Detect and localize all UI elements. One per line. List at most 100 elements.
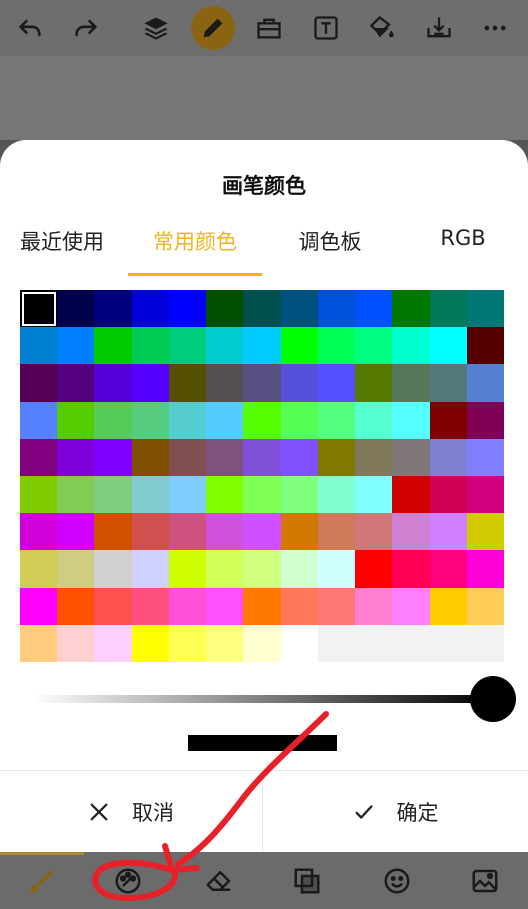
color-swatch[interactable]: [243, 364, 282, 403]
color-swatch[interactable]: [94, 438, 133, 477]
color-swatch[interactable]: [20, 290, 58, 328]
color-swatch[interactable]: [94, 587, 133, 626]
color-swatch[interactable]: [131, 327, 170, 365]
color-swatch[interactable]: [280, 438, 319, 477]
color-swatch[interactable]: [94, 364, 133, 403]
color-swatch[interactable]: [466, 513, 505, 551]
color-swatch[interactable]: [429, 438, 468, 477]
color-swatch[interactable]: [168, 364, 207, 403]
color-swatch[interactable]: [57, 401, 95, 440]
color-swatch[interactable]: [57, 476, 95, 514]
color-swatch[interactable]: [168, 624, 207, 663]
color-swatch[interactable]: [280, 550, 319, 589]
color-swatch[interactable]: [94, 401, 133, 440]
color-swatch[interactable]: [206, 401, 244, 440]
color-swatch[interactable]: [206, 587, 244, 626]
color-swatch[interactable]: [57, 550, 95, 589]
color-swatch[interactable]: [280, 327, 319, 365]
undo-icon[interactable]: [8, 8, 52, 48]
color-swatch[interactable]: [317, 624, 356, 663]
color-swatch[interactable]: [94, 476, 133, 514]
color-swatch[interactable]: [355, 587, 393, 626]
color-palette-icon[interactable]: [111, 864, 145, 898]
color-swatch[interactable]: [243, 327, 282, 365]
color-swatch[interactable]: [355, 401, 393, 440]
color-swatch[interactable]: [57, 438, 95, 477]
color-swatch[interactable]: [466, 401, 505, 440]
color-swatch[interactable]: [429, 550, 468, 589]
color-swatch[interactable]: [280, 587, 319, 626]
color-swatch[interactable]: [20, 438, 58, 477]
image-icon[interactable]: [468, 864, 502, 898]
color-swatch[interactable]: [20, 401, 58, 440]
brush-icon[interactable]: [24, 864, 58, 898]
color-swatch[interactable]: [131, 438, 170, 477]
color-swatch[interactable]: [355, 438, 393, 477]
color-swatch[interactable]: [94, 550, 133, 589]
emoji-icon[interactable]: [380, 864, 414, 898]
color-swatch[interactable]: [57, 364, 95, 403]
color-swatch[interactable]: [20, 550, 58, 589]
color-swatch[interactable]: [243, 624, 282, 663]
color-swatch[interactable]: [168, 401, 207, 440]
fill-bucket-icon[interactable]: [360, 8, 404, 48]
color-swatch[interactable]: [392, 513, 431, 551]
color-swatch[interactable]: [243, 550, 282, 589]
color-swatch[interactable]: [392, 550, 431, 589]
color-swatch[interactable]: [355, 513, 393, 551]
color-swatch[interactable]: [206, 438, 244, 477]
color-swatch[interactable]: [131, 401, 170, 440]
color-swatch[interactable]: [392, 624, 431, 663]
color-swatch[interactable]: [355, 327, 393, 365]
color-swatch[interactable]: [392, 290, 431, 328]
color-swatch[interactable]: [317, 364, 356, 403]
color-swatch[interactable]: [131, 364, 170, 403]
layers-icon[interactable]: [134, 8, 178, 48]
color-swatch[interactable]: [57, 513, 95, 551]
color-swatch[interactable]: [20, 587, 58, 626]
color-swatch[interactable]: [206, 513, 244, 551]
color-swatch[interactable]: [243, 513, 282, 551]
color-swatch[interactable]: [206, 550, 244, 589]
color-swatch[interactable]: [243, 290, 282, 328]
layer-blend-icon[interactable]: [290, 864, 324, 898]
redo-icon[interactable]: [64, 8, 108, 48]
color-swatch[interactable]: [243, 438, 282, 477]
color-swatch[interactable]: [243, 476, 282, 514]
color-swatch[interactable]: [168, 513, 207, 551]
color-swatch[interactable]: [392, 364, 431, 403]
color-swatch[interactable]: [168, 476, 207, 514]
color-swatch[interactable]: [280, 513, 319, 551]
color-swatch[interactable]: [94, 327, 133, 365]
color-swatch[interactable]: [317, 550, 356, 589]
color-swatch[interactable]: [466, 364, 505, 403]
color-swatch[interactable]: [429, 327, 468, 365]
confirm-button[interactable]: 确定: [263, 771, 528, 853]
tab-rgb[interactable]: RGB: [420, 226, 506, 250]
color-swatch[interactable]: [392, 476, 431, 514]
color-swatch[interactable]: [168, 438, 207, 477]
color-swatch[interactable]: [20, 327, 58, 365]
color-swatch[interactable]: [20, 364, 58, 403]
color-swatch[interactable]: [355, 550, 393, 589]
color-swatch[interactable]: [392, 438, 431, 477]
color-swatch[interactable]: [131, 513, 170, 551]
color-swatch[interactable]: [243, 401, 282, 440]
color-swatch[interactable]: [131, 587, 170, 626]
color-swatch[interactable]: [429, 624, 468, 663]
color-swatch[interactable]: [392, 587, 431, 626]
color-swatch[interactable]: [280, 364, 319, 403]
color-swatch[interactable]: [355, 476, 393, 514]
color-swatch[interactable]: [317, 290, 356, 328]
tab-common-colors[interactable]: 常用颜色: [128, 226, 262, 256]
color-swatch[interactable]: [355, 290, 393, 328]
color-swatch[interactable]: [168, 550, 207, 589]
color-swatch[interactable]: [57, 290, 95, 328]
color-swatch[interactable]: [392, 401, 431, 440]
color-swatch[interactable]: [317, 438, 356, 477]
color-swatch[interactable]: [94, 290, 133, 328]
color-swatch[interactable]: [466, 290, 505, 328]
color-swatch[interactable]: [280, 290, 319, 328]
color-swatch[interactable]: [429, 587, 468, 626]
color-swatch[interactable]: [20, 624, 58, 663]
